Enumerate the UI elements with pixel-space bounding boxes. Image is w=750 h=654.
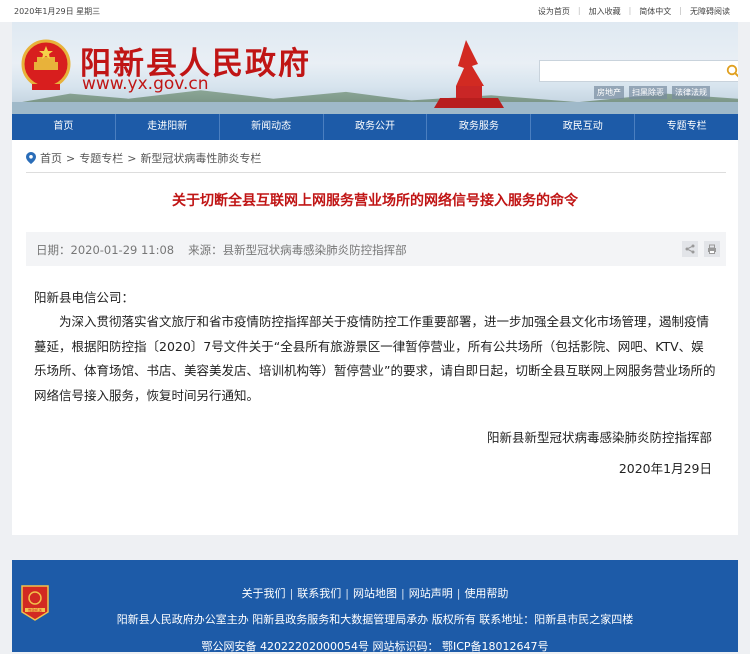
search-icon (726, 64, 738, 78)
article-sign-date: 2020年1月29日 (618, 461, 712, 476)
separator: | (456, 587, 461, 600)
print-button[interactable] (704, 241, 720, 257)
footer-link-statement[interactable]: 网站声明 (409, 587, 453, 600)
article-title: 关于切断全县互联网上网服务营业场所的网络信号接入服务的命令 (172, 193, 578, 209)
article-salutation: 阳新县电信公司： (34, 290, 135, 305)
footer-links: 关于我们 | 联系我们 | 网站地图 | 网站声明 | 使用帮助 (12, 585, 738, 601)
nav-item-affairs[interactable]: 政务公开 (324, 114, 428, 140)
article-date: 日期：2020-01-29 11:08 (36, 243, 175, 257)
article-paragraph: 为深入贯彻落实省文旅厅和省市疫情防控指挥部关于疫情防控工作重要部署，进一步加强全… (34, 314, 716, 403)
footer-host-info: 阳新县人民政府办公室主办 阳新县政务服务和大数据管理局承办 版权所有 联系地址：… (116, 613, 634, 626)
separator: | (628, 6, 632, 15)
footer: 党政机关 关于我们 | 联系我们 | 网站地图 | 网站声明 | 使用帮助 阳新县人民政府办公室… (12, 560, 738, 653)
hot-link-crime[interactable]: 扫黑除恶 (629, 86, 667, 99)
nav-item-news[interactable]: 新闻动态 (220, 114, 324, 140)
article-source: 来源：县新型冠状病毒感染肺炎防控指挥部 (188, 243, 407, 257)
nav-item-home[interactable]: 首页 (12, 114, 116, 140)
breadcrumb-level1[interactable]: 专题专栏 (79, 150, 123, 166)
separator: | (345, 587, 349, 600)
search-input[interactable] (539, 60, 738, 82)
divider (26, 172, 726, 173)
footer-link-sitemap[interactable]: 网站地图 (353, 587, 397, 600)
share-button[interactable] (682, 241, 698, 257)
location-pin-icon (26, 152, 36, 164)
hot-links: 房地产 扫黑除恶 法律法规 (594, 86, 710, 99)
separator: | (401, 587, 405, 600)
national-emblem-icon (21, 39, 71, 90)
article-tools (682, 241, 720, 257)
footer-link-help[interactable]: 使用帮助 (464, 587, 508, 600)
nav-item-services[interactable]: 政务服务 (427, 114, 532, 140)
top-date: 2020年1月29日 星期三 (14, 7, 101, 16)
breadcrumb-sep: > (66, 151, 76, 165)
header-banner: 阳新县人民政府 www.yx.gov.cn 房地产 扫黑除恶 法律法规 (12, 22, 738, 114)
breadcrumb-level2[interactable]: 新型冠状病毒性肺炎专栏 (140, 150, 261, 166)
nav-item-about[interactable]: 走进阳新 (116, 114, 220, 140)
top-links: 设为首页 | 加入收藏 | 简体中文 | 无障碍阅读 (538, 6, 730, 17)
article-meta-text: 日期：2020-01-29 11:08 来源：县新型冠状病毒感染肺炎防控指挥部 (36, 242, 407, 258)
nav-item-interaction[interactable]: 政民互动 (531, 114, 636, 140)
accessibility-link[interactable]: 无障碍阅读 (690, 6, 730, 17)
site-url: www.yx.gov.cn (82, 74, 209, 94)
monument-sculpture-icon (434, 40, 504, 108)
add-favorite-link[interactable]: 加入收藏 (589, 6, 621, 17)
breadcrumb-sep: > (127, 151, 137, 165)
article-signature: 阳新县新型冠状病毒感染肺炎防控指挥部 (486, 430, 712, 445)
simplified-chinese-link[interactable]: 简体中文 (639, 6, 671, 17)
share-icon (685, 244, 695, 254)
separator: | (577, 6, 581, 15)
article-body: 阳新县电信公司： 为深入贯彻落实省文旅厅和省市疫情防控指挥部关于疫情防控工作重要… (34, 286, 716, 408)
set-homepage-link[interactable]: 设为首页 (538, 6, 570, 17)
hot-link-real-estate[interactable]: 房地产 (594, 86, 624, 99)
main-nav: 首页 走进阳新 新闻动态 政务公开 政务服务 政民互动 专题专栏 (12, 114, 738, 140)
separator: | (289, 587, 294, 600)
article-panel: 首页 > 专题专栏 > 新型冠状病毒性肺炎专栏 关于切断全县互联网上网服务营业场… (12, 140, 738, 535)
article-meta-bar: 日期：2020-01-29 11:08 来源：县新型冠状病毒感染肺炎防控指挥部 (26, 232, 726, 266)
print-icon (708, 244, 716, 254)
banner-water (12, 102, 738, 114)
footer-link-contact[interactable]: 联系我们 (297, 587, 341, 600)
breadcrumb-home[interactable]: 首页 (40, 150, 62, 166)
search-button[interactable] (722, 61, 738, 81)
breadcrumb: 首页 > 专题专栏 > 新型冠状病毒性肺炎专栏 (26, 150, 261, 166)
top-bar: 2020年1月29日 星期三 设为首页 | 加入收藏 | 简体中文 | 无障碍阅… (0, 0, 750, 22)
separator: | (679, 6, 682, 15)
footer-link-about[interactable]: 关于我们 (242, 587, 286, 600)
nav-item-special[interactable]: 专题专栏 (635, 114, 738, 140)
hot-link-laws[interactable]: 法律法规 (672, 86, 710, 99)
